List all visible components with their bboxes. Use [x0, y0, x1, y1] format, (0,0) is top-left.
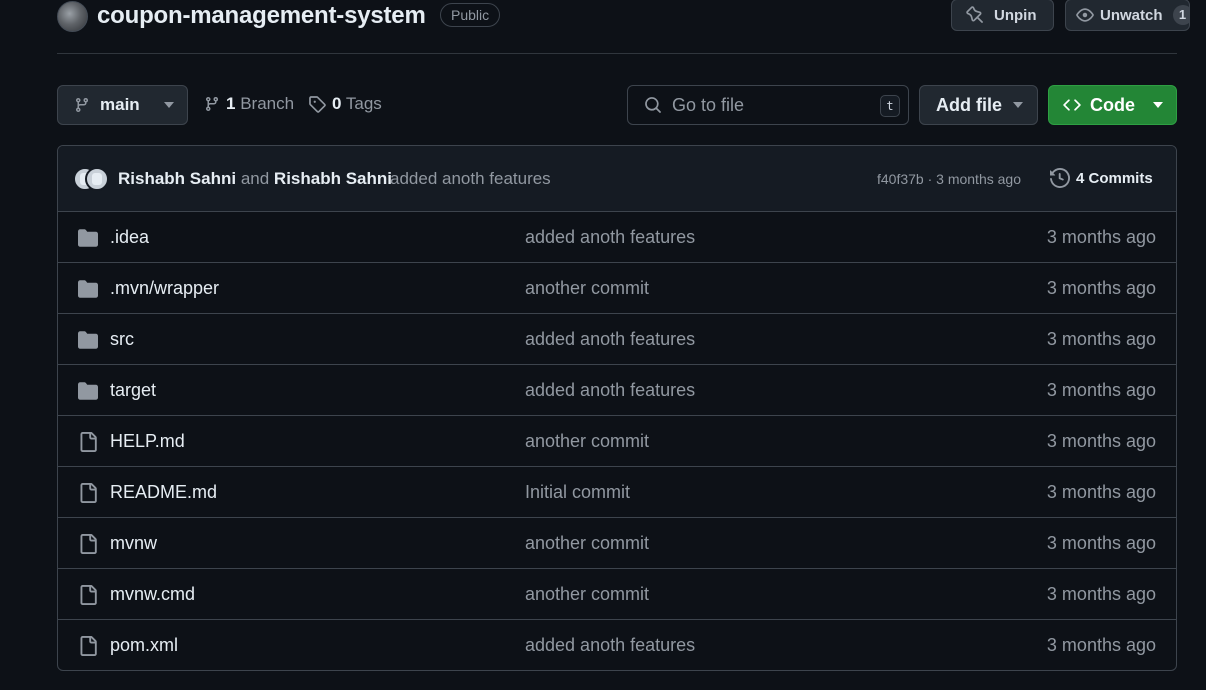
- tags-link[interactable]: 0 Tags: [308, 94, 382, 114]
- file-commit-date: 3 months ago: [1046, 533, 1156, 553]
- unwatch-label: Unwatch: [1100, 6, 1163, 24]
- unwatch-button[interactable]: Unwatch 1: [1065, 0, 1190, 31]
- file-browser: Rishabh Sahni and Rishabh Sahni added an…: [57, 145, 1177, 671]
- file-row[interactable]: mvnw.cmd another commit 3 months ago: [58, 569, 1176, 620]
- avatar: [85, 167, 109, 191]
- chevron-down-icon: [1153, 102, 1163, 108]
- file-commit-message[interactable]: added anoth features: [525, 635, 695, 656]
- add-file-label: Add file: [936, 94, 1002, 115]
- file-commit-date: 3 months ago: [1046, 635, 1156, 655]
- history-icon: [1050, 168, 1070, 188]
- visibility-badge: Public: [440, 3, 501, 27]
- file-commit-date: 3 months ago: [1046, 227, 1156, 247]
- file-row[interactable]: .mvn/wrapper another commit 3 months ago: [58, 263, 1176, 314]
- file-row[interactable]: pom.xml added anoth features 3 months ago: [58, 620, 1176, 670]
- file-commit-date: 3 months ago: [1046, 482, 1156, 502]
- file-name-link[interactable]: mvnw.cmd: [110, 584, 195, 605]
- branch-count: 1: [226, 94, 236, 113]
- commit-author-link[interactable]: Rishabh Sahni: [274, 169, 392, 188]
- file-commit-message[interactable]: another commit: [525, 584, 649, 605]
- folder-icon: [78, 228, 98, 248]
- file-name-link[interactable]: mvnw: [110, 533, 157, 554]
- file-commit-message[interactable]: Initial commit: [525, 482, 630, 503]
- file-commit-date: 3 months ago: [1046, 329, 1156, 349]
- commit-message[interactable]: added anoth features: [390, 169, 551, 189]
- file-row[interactable]: target added anoth features 3 months ago: [58, 365, 1176, 416]
- go-to-file-input[interactable]: [672, 94, 867, 116]
- file-commit-message[interactable]: added anoth features: [525, 227, 695, 248]
- file-name-link[interactable]: pom.xml: [110, 635, 178, 656]
- file-row[interactable]: mvnw another commit 3 months ago: [58, 518, 1176, 569]
- file-commit-message[interactable]: added anoth features: [525, 380, 695, 401]
- file-commit-date: 3 months ago: [1046, 278, 1156, 298]
- file-name-link[interactable]: target: [110, 380, 156, 401]
- file-commit-message[interactable]: another commit: [525, 431, 649, 452]
- folder-icon: [78, 330, 98, 350]
- file-row[interactable]: .idea added anoth features 3 months ago: [58, 212, 1176, 263]
- file-icon: [78, 636, 98, 656]
- commit-hash-time[interactable]: f40f37b · 3 months ago: [877, 171, 1021, 187]
- file-commit-date: 3 months ago: [1046, 431, 1156, 451]
- commit-author-link[interactable]: Rishabh Sahni: [118, 169, 236, 188]
- file-row[interactable]: README.md Initial commit 3 months ago: [58, 467, 1176, 518]
- file-name-link[interactable]: .idea: [110, 227, 149, 248]
- file-icon: [78, 534, 98, 554]
- file-commit-message[interactable]: another commit: [525, 278, 649, 299]
- commit-authors: Rishabh Sahni and Rishabh Sahni: [118, 169, 392, 189]
- code-button[interactable]: Code: [1048, 85, 1177, 125]
- chevron-down-icon: [1013, 102, 1023, 108]
- file-name-link[interactable]: HELP.md: [110, 431, 185, 452]
- owner-avatar[interactable]: [57, 1, 88, 32]
- tag-icon: [308, 95, 326, 113]
- folder-icon: [78, 381, 98, 401]
- branch-name: main: [100, 95, 140, 114]
- folder-icon: [78, 279, 98, 299]
- code-label: Code: [1090, 94, 1135, 115]
- latest-commit-bar: Rishabh Sahni and Rishabh Sahni added an…: [58, 146, 1176, 212]
- repo-header: coupon-management-system Public Unpin Un…: [57, 0, 1190, 54]
- branches-link[interactable]: 1 Branch: [204, 94, 294, 114]
- tag-label: Tags: [345, 94, 382, 113]
- pin-icon: [966, 6, 984, 24]
- commit-avatars[interactable]: [73, 167, 113, 191]
- file-icon: [78, 585, 98, 605]
- tag-count: 0: [332, 94, 342, 113]
- file-commit-date: 3 months ago: [1046, 380, 1156, 400]
- unpin-button[interactable]: Unpin: [951, 0, 1054, 31]
- eye-icon: [1076, 6, 1094, 24]
- branch-label: Branch: [240, 94, 295, 113]
- watch-count: 1: [1172, 5, 1189, 25]
- file-name-link[interactable]: src: [110, 329, 134, 350]
- add-file-button[interactable]: Add file: [919, 85, 1038, 125]
- branch-selector[interactable]: main: [57, 85, 188, 125]
- commits-label: 4 Commits: [1076, 169, 1153, 187]
- file-commit-date: 3 months ago: [1046, 584, 1156, 604]
- file-name-link[interactable]: README.md: [110, 482, 217, 503]
- commits-history-link[interactable]: 4 Commits: [1050, 168, 1153, 188]
- repo-name[interactable]: coupon-management-system: [97, 1, 426, 31]
- code-icon: [1063, 96, 1081, 114]
- keyboard-shortcut: t: [880, 95, 900, 117]
- file-name-link[interactable]: .mvn/wrapper: [110, 278, 219, 299]
- file-list: .idea added anoth features 3 months ago .mv…: [58, 212, 1176, 670]
- chevron-down-icon: [163, 102, 174, 108]
- file-commit-message[interactable]: added anoth features: [525, 329, 695, 350]
- file-row[interactable]: HELP.md another commit 3 months ago: [58, 416, 1176, 467]
- file-icon: [78, 432, 98, 452]
- git-branch-icon: [204, 96, 220, 112]
- search-icon: [644, 96, 662, 114]
- file-commit-message[interactable]: another commit: [525, 533, 649, 554]
- file-icon: [78, 483, 98, 503]
- unpin-label: Unpin: [994, 6, 1037, 24]
- git-branch-icon: [74, 97, 90, 113]
- author-joiner: and: [240, 169, 270, 188]
- file-row[interactable]: src added anoth features 3 months ago: [58, 314, 1176, 365]
- go-to-file[interactable]: t: [627, 85, 909, 125]
